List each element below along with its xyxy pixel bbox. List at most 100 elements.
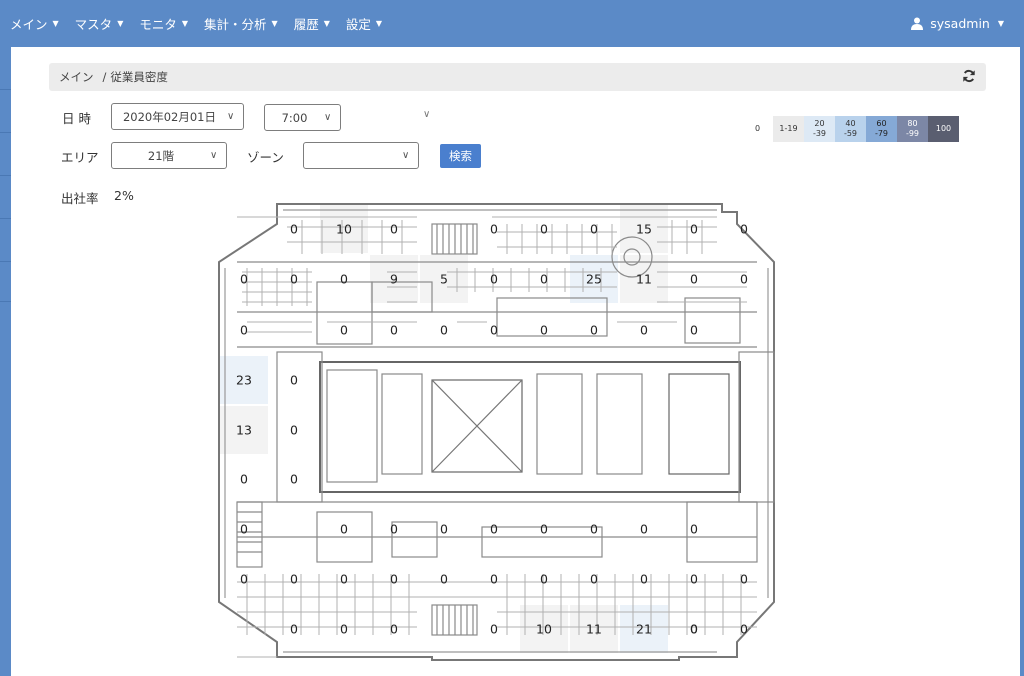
zone-count[interactable]: 0 <box>340 323 348 338</box>
date-select[interactable]: 2020年02月01日 ∨ <box>111 103 244 130</box>
zone-count[interactable]: 0 <box>440 522 448 537</box>
zone-count[interactable]: 0 <box>290 572 298 587</box>
zone-count[interactable]: 0 <box>690 522 698 537</box>
zone-count[interactable]: 0 <box>640 572 648 587</box>
zone-count[interactable]: 13 <box>236 423 252 438</box>
zone-count[interactable]: 0 <box>740 572 748 587</box>
user-menu[interactable]: sysadmin ▼ <box>911 0 1004 47</box>
zone-count[interactable]: 0 <box>390 323 398 338</box>
zone-count[interactable]: 0 <box>690 323 698 338</box>
user-name: sysadmin <box>930 16 990 31</box>
legend-cell: 40 -59 <box>835 116 866 142</box>
chevron-down-icon[interactable]: ∨ <box>423 109 430 120</box>
zone-count[interactable]: 5 <box>440 272 448 287</box>
menu-settings[interactable]: 設定 ▼ <box>336 0 388 47</box>
breadcrumb-root[interactable]: メイン <box>59 69 94 85</box>
zone-count[interactable]: 0 <box>240 522 248 537</box>
zone-count[interactable]: 0 <box>640 522 648 537</box>
zone-label: ゾーン <box>247 150 284 165</box>
search-button[interactable]: 検索 <box>440 144 481 168</box>
zone-count[interactable]: 0 <box>490 572 498 587</box>
menu-monitor-label: モニタ <box>139 17 177 32</box>
zone-count[interactable]: 23 <box>236 373 252 388</box>
caret-down-icon: ▼ <box>52 19 59 28</box>
zone-count[interactable]: 11 <box>636 272 652 287</box>
zone-count[interactable]: 0 <box>390 522 398 537</box>
zone-count[interactable]: 0 <box>240 572 248 587</box>
top-navbar: メイン ▼ マスタ ▼ モニタ ▼ 集計・分析 ▼ 履歴 ▼ 設定 ▼ sysadmin ▼ <box>0 0 1024 47</box>
menu-main[interactable]: メイン ▼ <box>0 0 65 47</box>
floor-plan: 0 10 0 0 0 0 15 0 0 0 0 0 9 5 0 0 25 11 0 0 0 0 0 0 0 0 0 0 0 23 0 13 0 0… <box>217 202 777 662</box>
zone-count[interactable]: 0 <box>440 572 448 587</box>
zone-count[interactable]: 0 <box>540 323 548 338</box>
zone-count[interactable]: 0 <box>690 622 698 637</box>
zone-count[interactable]: 0 <box>290 423 298 438</box>
zone-count[interactable]: 9 <box>390 272 398 287</box>
zone-count[interactable]: 21 <box>636 622 652 637</box>
sidebar <box>0 47 11 676</box>
zone-count[interactable]: 0 <box>290 222 298 237</box>
zone-count[interactable]: 0 <box>440 323 448 338</box>
zone-count[interactable]: 0 <box>590 522 598 537</box>
zone-count[interactable]: 0 <box>290 373 298 388</box>
zone-count[interactable]: 0 <box>740 272 748 287</box>
zone-count[interactable]: 0 <box>290 272 298 287</box>
zone-count[interactable]: 0 <box>390 572 398 587</box>
zone-count[interactable]: 0 <box>590 572 598 587</box>
menu-history[interactable]: 履歴 ▼ <box>284 0 336 47</box>
chevron-down-icon: ∨ <box>210 150 218 161</box>
zone-count[interactable]: 0 <box>240 323 248 338</box>
zone-count[interactable]: 11 <box>586 622 602 637</box>
zone-count[interactable]: 25 <box>586 272 602 287</box>
legend-cell: 60 -79 <box>866 116 897 142</box>
area-label: エリア <box>61 150 99 165</box>
legend-cell: 80 -99 <box>897 116 928 142</box>
zone-count[interactable]: 0 <box>740 222 748 237</box>
zone-count[interactable]: 10 <box>336 222 352 237</box>
zone-count[interactable]: 0 <box>490 522 498 537</box>
zone-count[interactable]: 15 <box>636 222 652 237</box>
zone-count[interactable]: 0 <box>390 622 398 637</box>
zone-count[interactable]: 0 <box>290 472 298 487</box>
zone-select[interactable]: ∨ <box>303 142 419 169</box>
area-select[interactable]: 21階 ∨ <box>111 142 227 169</box>
zone-count[interactable]: 0 <box>490 323 498 338</box>
zone-count[interactable]: 0 <box>390 222 398 237</box>
zone-count[interactable]: 0 <box>590 323 598 338</box>
zone-count[interactable]: 0 <box>340 572 348 587</box>
zone-count[interactable]: 0 <box>490 622 498 637</box>
menu-analytics[interactable]: 集計・分析 ▼ <box>194 0 284 47</box>
menu-master[interactable]: マスタ ▼ <box>65 0 130 47</box>
zone-count[interactable]: 0 <box>340 522 348 537</box>
breadcrumb-current: 従業員密度 <box>110 70 168 84</box>
zone-count[interactable]: 0 <box>490 272 498 287</box>
time-select[interactable]: 7:00 ∨ <box>264 104 341 131</box>
menu-main-label: メイン <box>10 17 48 32</box>
zone-count[interactable]: 0 <box>740 622 748 637</box>
zone-count[interactable]: 0 <box>590 222 598 237</box>
chevron-down-icon: ∨ <box>402 150 410 161</box>
zone-count[interactable]: 0 <box>690 272 698 287</box>
chevron-down-icon: ∨ <box>324 112 332 123</box>
zone-count[interactable]: 10 <box>536 622 552 637</box>
zone-count[interactable]: 0 <box>240 272 248 287</box>
menu-analytics-label: 集計・分析 <box>204 17 267 32</box>
zone-count[interactable]: 0 <box>540 272 548 287</box>
zone-count[interactable]: 0 <box>340 622 348 637</box>
zone-count[interactable]: 0 <box>290 622 298 637</box>
user-icon <box>911 17 924 30</box>
zone-count[interactable]: 0 <box>240 472 248 487</box>
zone-count[interactable]: 0 <box>690 222 698 237</box>
zone-count[interactable]: 0 <box>640 323 648 338</box>
zone-count[interactable]: 0 <box>490 222 498 237</box>
caret-down-icon: ▼ <box>997 19 1004 28</box>
attendance-rate-value: 2% <box>114 188 134 203</box>
zone-count[interactable]: 0 <box>540 572 548 587</box>
zone-count[interactable]: 0 <box>690 572 698 587</box>
zone-count[interactable]: 0 <box>540 522 548 537</box>
refresh-icon[interactable] <box>962 69 976 83</box>
main-menu: メイン ▼ マスタ ▼ モニタ ▼ 集計・分析 ▼ 履歴 ▼ 設定 ▼ <box>0 0 388 47</box>
zone-count[interactable]: 0 <box>540 222 548 237</box>
zone-count[interactable]: 0 <box>340 272 348 287</box>
menu-monitor[interactable]: モニタ ▼ <box>129 0 194 47</box>
